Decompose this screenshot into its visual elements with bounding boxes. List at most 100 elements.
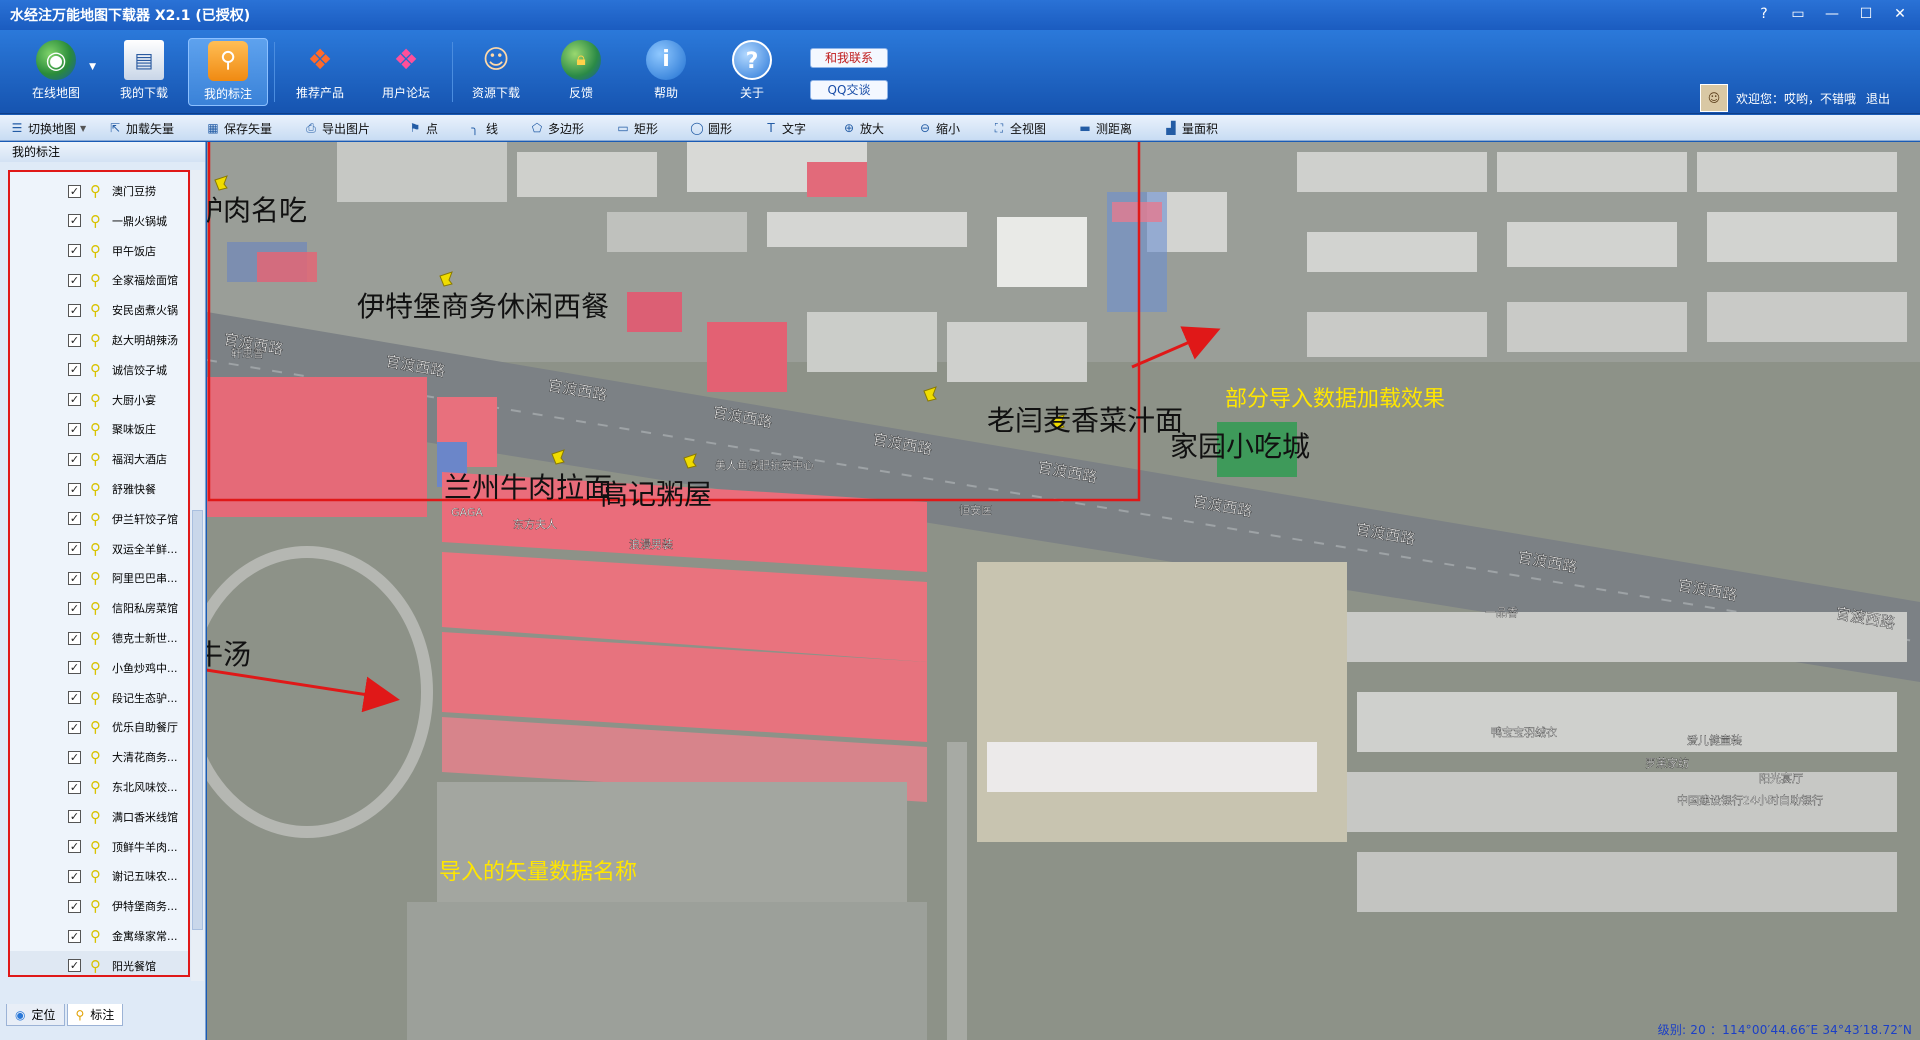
poi-label[interactable]: 轩思普 <box>231 346 264 360</box>
poi-label[interactable]: GAGA <box>451 506 484 519</box>
list-item[interactable]: ✓ ⚲ 德克士新世... <box>10 623 188 653</box>
visibility-checkbox[interactable]: ✓ <box>68 959 81 973</box>
visibility-checkbox[interactable]: ✓ <box>68 184 81 198</box>
list-item[interactable]: ✓ ⚲ 安民卤煮火锅 <box>10 295 188 325</box>
visibility-checkbox[interactable]: ✓ <box>68 869 81 883</box>
visibility-checkbox[interactable]: ✓ <box>68 750 81 764</box>
visibility-checkbox[interactable]: ✓ <box>68 214 81 228</box>
visibility-checkbox[interactable]: ✓ <box>68 780 81 794</box>
visibility-checkbox[interactable]: ✓ <box>68 631 81 645</box>
minimize-button[interactable]: — <box>1818 4 1846 24</box>
measure-distance-button[interactable]: ▬ 测距离 <box>1078 119 1132 137</box>
list-item[interactable]: ✓ ⚲ 信阳私房菜馆 <box>10 593 188 623</box>
tab-locate[interactable]: ◉ 定位 <box>6 1004 65 1026</box>
recommended-products-button[interactable]: ❖ 推荐产品 <box>280 38 360 106</box>
visibility-checkbox[interactable]: ✓ <box>68 363 81 377</box>
contact-me-button[interactable]: 和我联系 <box>810 48 888 68</box>
close-button[interactable]: ✕ <box>1886 4 1914 24</box>
list-item[interactable]: ✓ ⚲ 段记生态驴... <box>10 683 188 713</box>
poi-label[interactable]: 浪漫男装 <box>629 537 673 551</box>
load-vector-button[interactable]: ⇱ 加载矢量 <box>108 119 174 137</box>
list-item[interactable]: ✓ ⚲ 诚信饺子城 <box>10 355 188 385</box>
list-item[interactable]: ✓ ⚲ 双运全羊鲜... <box>10 534 188 564</box>
visibility-checkbox[interactable]: ✓ <box>68 273 81 287</box>
my-downloads-button[interactable]: ▤ 我的下载 <box>104 38 184 106</box>
poi-label[interactable]: 美人鱼减肥抗衰中心 <box>715 458 814 472</box>
list-item[interactable]: ✓ ⚲ 伊兰轩饺子馆 <box>10 504 188 534</box>
map-label-itebao[interactable]: 伊特堡商务休闲西餐 <box>357 290 609 323</box>
list-item[interactable]: ✓ ⚲ 伊特堡商务... <box>10 891 188 921</box>
resource-download-button[interactable]: ☺ 资源下载 <box>456 38 536 106</box>
visibility-checkbox[interactable]: ✓ <box>68 899 81 913</box>
list-item[interactable]: ✓ ⚲ 澳门豆捞 <box>10 176 188 206</box>
poi-label[interactable]: 恒安医 <box>959 503 992 517</box>
logout-link[interactable]: 退出 <box>1866 90 1890 107</box>
list-item[interactable]: ✓ ⚲ 顶鲜牛羊肉... <box>10 832 188 862</box>
visibility-checkbox[interactable]: ✓ <box>68 601 81 615</box>
list-item[interactable]: ✓ ⚲ 谢记五味农... <box>10 861 188 891</box>
avatar[interactable]: ☺ <box>1699 84 1728 112</box>
list-item[interactable]: ✓ ⚲ 阳光餐馆 <box>10 950 188 975</box>
line-tool-button[interactable]: ╮ 线 <box>468 119 498 137</box>
visibility-checkbox[interactable]: ✓ <box>68 422 81 436</box>
save-vector-button[interactable]: ▦ 保存矢量 <box>206 119 272 137</box>
list-item[interactable]: ✓ ⚲ 阿里巴巴串... <box>10 563 188 593</box>
visibility-checkbox[interactable]: ✓ <box>68 482 81 496</box>
full-view-button[interactable]: ⛶ 全视图 <box>992 119 1046 137</box>
point-tool-button[interactable]: ⚑ 点 <box>408 119 438 137</box>
tab-annotations[interactable]: ⚲ 标注 <box>66 1004 124 1026</box>
list-item[interactable]: ✓ ⚲ 甲午饭店 <box>10 236 188 266</box>
help-window-icon[interactable]: ? <box>1750 4 1778 24</box>
maximize-button[interactable]: ☐ <box>1852 4 1880 24</box>
list-item[interactable]: ✓ ⚲ 小鱼炒鸡中... <box>10 653 188 683</box>
poi-label[interactable]: 中国建设银行24小时自助银行 <box>1677 793 1823 807</box>
list-item[interactable]: ✓ ⚲ 大清花商务... <box>10 742 188 772</box>
map-label-lanzhou[interactable]: 兰州牛肉拉面 <box>444 471 612 504</box>
about-button[interactable]: ? 关于 <box>712 38 792 106</box>
user-forum-button[interactable]: ❖ 用户论坛 <box>366 38 446 106</box>
list-item[interactable]: ✓ ⚲ 满口香米线馆 <box>10 802 188 832</box>
zoom-in-button[interactable]: ⊕ 放大 <box>842 119 884 137</box>
list-item[interactable]: ✓ ⚲ 全家福烩面馆 <box>10 265 188 295</box>
zoom-out-button[interactable]: ⊖ 缩小 <box>918 119 960 137</box>
switch-map-button[interactable]: ☰ 切换地图 ▼ <box>10 119 87 137</box>
map-view[interactable]: 驴肉名吃 伊特堡商务休闲西餐 老闫麦香菜汁面 家园小吃城 兰州牛肉拉面 高记粥屋… <box>207 142 1920 1040</box>
map-label-niutang[interactable]: 牛汤 <box>207 638 251 671</box>
visibility-checkbox[interactable]: ✓ <box>68 393 81 407</box>
online-map-button[interactable]: ◉ 在线地图 ▼ <box>16 38 96 106</box>
map-label-lvrou[interactable]: 驴肉名吃 <box>207 194 307 227</box>
list-item[interactable]: ✓ ⚲ 舒雅快餐 <box>10 474 188 504</box>
export-image-button[interactable]: ⎙ 导出图片 <box>304 119 370 137</box>
poi-label[interactable]: 罗莱家纺 <box>1645 756 1689 770</box>
scrollbar-thumb[interactable] <box>192 510 203 930</box>
visibility-checkbox[interactable]: ✓ <box>68 244 81 258</box>
visibility-checkbox[interactable]: ✓ <box>68 691 81 705</box>
visibility-checkbox[interactable]: ✓ <box>68 810 81 824</box>
satellite-map[interactable]: 驴肉名吃 伊特堡商务休闲西餐 老闫麦香菜汁面 家园小吃城 兰州牛肉拉面 高记粥屋… <box>207 142 1920 1040</box>
visibility-checkbox[interactable]: ✓ <box>68 929 81 943</box>
list-item[interactable]: ✓ ⚲ 东北风味饺... <box>10 772 188 802</box>
poi-label[interactable]: 一品香 <box>1485 606 1518 619</box>
list-item[interactable]: ✓ ⚲ 金寓缘家常... <box>10 921 188 951</box>
visibility-checkbox[interactable]: ✓ <box>68 542 81 556</box>
help-button[interactable]: i 帮助 <box>626 38 706 106</box>
polygon-tool-button[interactable]: ⬠ 多边形 <box>530 119 584 137</box>
my-annotations-button[interactable]: ⚲ 我的标注 <box>188 38 268 106</box>
visibility-checkbox[interactable]: ✓ <box>68 303 81 317</box>
visibility-checkbox[interactable]: ✓ <box>68 452 81 466</box>
measure-area-button[interactable]: ▟ 量面积 <box>1164 119 1218 137</box>
list-item[interactable]: ✓ ⚲ 聚味饭庄 <box>10 414 188 444</box>
sidebar-scrollbar[interactable] <box>191 170 204 981</box>
list-item[interactable]: ✓ ⚲ 大厨小宴 <box>10 385 188 415</box>
list-item[interactable]: ✓ ⚲ 福润大酒店 <box>10 444 188 474</box>
map-label-laoyan[interactable]: 老闫麦香菜汁面 <box>987 404 1183 437</box>
chevron-down-icon[interactable]: ▼ <box>89 62 96 72</box>
visibility-checkbox[interactable]: ✓ <box>68 571 81 585</box>
map-label-gaoji[interactable]: 高记粥屋 <box>600 478 712 511</box>
visibility-checkbox[interactable]: ✓ <box>68 661 81 675</box>
restore-skin-icon[interactable]: ▭ <box>1784 4 1812 24</box>
poi-label[interactable]: 阳光宴厅 <box>1759 771 1803 785</box>
visibility-checkbox[interactable]: ✓ <box>68 720 81 734</box>
list-item[interactable]: ✓ ⚲ 赵大明胡辣汤 <box>10 325 188 355</box>
rectangle-tool-button[interactable]: ▭ 矩形 <box>616 119 658 137</box>
